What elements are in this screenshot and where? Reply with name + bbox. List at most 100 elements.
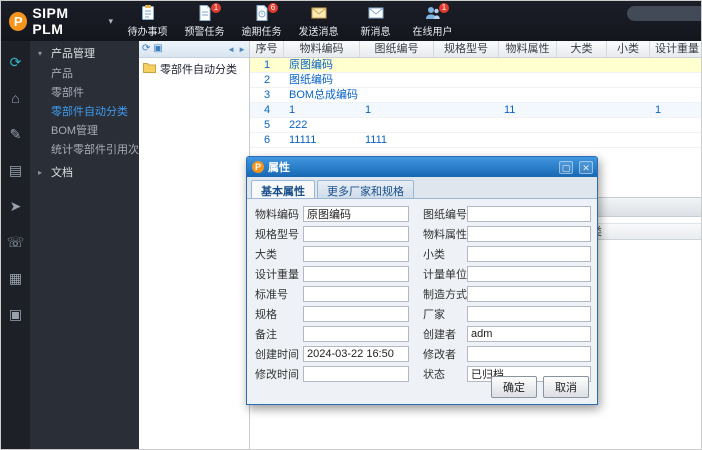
sipm-plm-app: P SIPM PLM ▾ 待办事项 1 预警任务 6 逾期任务 发送消息 新消息…: [0, 0, 702, 450]
cell-major: [557, 103, 607, 117]
field-label: 小类: [423, 249, 445, 261]
cell-material-code: 1: [289, 104, 296, 116]
app-logo[interactable]: P SIPM PLM ▾: [1, 5, 113, 37]
phone-icon[interactable]: ☏: [5, 231, 27, 253]
field-label: 物料编码: [255, 209, 299, 221]
dialog-titlebar[interactable]: P 属性 ▢ ✕: [247, 157, 597, 177]
send-icon[interactable]: ➤: [5, 195, 27, 217]
remark-field[interactable]: [303, 326, 409, 342]
unit-field[interactable]: [467, 266, 591, 282]
menu-item-todo[interactable]: 待办事项: [119, 1, 176, 41]
expand-all-icon[interactable]: ▣: [153, 44, 162, 54]
column-header-minor-class[interactable]: 小类: [607, 41, 650, 57]
sidebar-item-bom-mgmt[interactable]: BOM管理: [30, 122, 139, 141]
cell-spec: [434, 58, 499, 72]
sidebar-item-parts-ref-count[interactable]: 统计零部件引用次数: [30, 141, 139, 160]
form-row: 备注 创建者: [253, 324, 591, 344]
dialog-tabbar: 基本属性 更多厂家和规格: [247, 177, 597, 199]
cancel-button[interactable]: 取消: [543, 376, 589, 398]
sidebar-item-product[interactable]: 产品: [30, 65, 139, 84]
cell-material-code: 222: [289, 119, 308, 131]
menu-label: 逾期任务: [241, 27, 282, 38]
dialog-buttons: 确定 取消: [491, 376, 589, 398]
drawing-no-field[interactable]: [467, 206, 591, 222]
major-class-field[interactable]: [303, 246, 409, 262]
sidebar-section-documents[interactable]: ▸ 文档: [30, 160, 139, 184]
vendor-field[interactable]: [467, 306, 591, 322]
sidebar-item-parts[interactable]: 零部件: [30, 84, 139, 103]
search-input[interactable]: [627, 6, 701, 21]
cell-weight: [650, 118, 701, 132]
topbar: P SIPM PLM ▾ 待办事项 1 预警任务 6 逾期任务 发送消息 新消息…: [1, 1, 701, 41]
collapse-right-icon[interactable]: ►: [238, 45, 246, 54]
table-row[interactable]: 1 原图编码: [250, 58, 701, 73]
modify-time-field[interactable]: [303, 366, 409, 382]
design-weight-field[interactable]: [303, 266, 409, 282]
create-time-field[interactable]: [303, 346, 409, 362]
sidebar-item-parts-auto-classify[interactable]: 零部件自动分类: [30, 103, 139, 122]
column-header-design-weight[interactable]: 设计重量: [650, 41, 701, 57]
cell-weight: [650, 133, 701, 147]
envelope-icon: [367, 4, 385, 22]
manufacture-method-field[interactable]: [467, 286, 591, 302]
refresh-icon[interactable]: ⟳: [5, 51, 27, 73]
cell-minor: [607, 58, 650, 72]
menu-item-warning-tasks[interactable]: 1 预警任务: [176, 1, 233, 41]
spec-model-field[interactable]: [303, 226, 409, 242]
cell-drawing-no: 1111: [365, 134, 388, 146]
edit-icon[interactable]: ✎: [5, 123, 27, 145]
grid-header: 序号 物料编码 图纸编号 规格型号 物料属性 大类 小类 设计重量: [250, 41, 701, 58]
menu-item-new-message[interactable]: 新消息: [347, 1, 404, 41]
collapse-left-icon[interactable]: ◄: [227, 45, 235, 54]
spec-field[interactable]: [303, 306, 409, 322]
field-label: 创建者: [423, 329, 456, 341]
material-code-field[interactable]: [303, 206, 409, 222]
table-row[interactable]: 5 222: [250, 118, 701, 133]
maximize-icon[interactable]: ▢: [559, 160, 573, 174]
material-attr-field[interactable]: [467, 226, 591, 242]
cell-drawing-no: [360, 73, 434, 87]
column-header-material-attr[interactable]: 物料属性: [499, 41, 557, 57]
column-header-drawing-no[interactable]: 图纸编号: [360, 41, 434, 57]
column-header-spec-model[interactable]: 规格型号: [434, 41, 499, 57]
refresh-icon[interactable]: ⟳: [142, 44, 150, 54]
field-label: 备注: [255, 329, 277, 341]
column-header-seq[interactable]: 序号: [250, 41, 284, 57]
cell-weight: [650, 88, 701, 102]
table-row[interactable]: 2 图纸编码: [250, 73, 701, 88]
cell-major: [557, 133, 607, 147]
modifier-field[interactable]: [467, 346, 591, 362]
book-icon[interactable]: ▦: [5, 267, 27, 289]
tab-more-vendors-specs[interactable]: 更多厂家和规格: [317, 180, 414, 198]
column-header-material-code[interactable]: 物料编码: [284, 41, 360, 57]
cell-drawing-no: [360, 88, 434, 102]
table-row[interactable]: 6 11111 1111: [250, 133, 701, 148]
tab-basic-properties[interactable]: 基本属性: [251, 180, 315, 198]
cell-seq: 4: [263, 104, 271, 116]
close-icon[interactable]: ✕: [579, 160, 593, 174]
menu-item-send-message[interactable]: 发送消息: [290, 1, 347, 41]
clipboard-icon: [139, 4, 157, 22]
standard-no-field[interactable]: [303, 286, 409, 302]
creator-field[interactable]: [467, 326, 591, 342]
column-header-major-class[interactable]: 大类: [557, 41, 607, 57]
table-row[interactable]: 4 1 1 11 1: [250, 103, 701, 118]
menu-item-online-users[interactable]: 1 在线用户: [404, 1, 461, 41]
cell-seq: 3: [263, 89, 271, 101]
cell-major: [557, 88, 607, 102]
cell-material-code: 原图编码: [289, 59, 333, 71]
home-icon[interactable]: ⌂: [5, 87, 27, 109]
cell-attr: 11: [504, 104, 516, 116]
cell-seq: 2: [263, 74, 271, 86]
minor-class-field[interactable]: [467, 246, 591, 262]
modules-icon[interactable]: ▤: [5, 159, 27, 181]
sidebar-section-product-mgmt[interactable]: ▾ 产品管理: [30, 41, 139, 65]
table-row[interactable]: 3 BOM总成编码: [250, 88, 701, 103]
contact-card-icon[interactable]: ▣: [5, 303, 27, 325]
ok-button[interactable]: 确定: [491, 376, 537, 398]
form-row: 设计重量 计量单位: [253, 264, 591, 284]
field-label: 厂家: [423, 309, 445, 321]
menu-item-overdue-tasks[interactable]: 6 逾期任务: [233, 1, 290, 41]
tree-node-root[interactable]: 零部件自动分类: [139, 60, 249, 78]
field-label: 创建时间: [255, 349, 299, 361]
